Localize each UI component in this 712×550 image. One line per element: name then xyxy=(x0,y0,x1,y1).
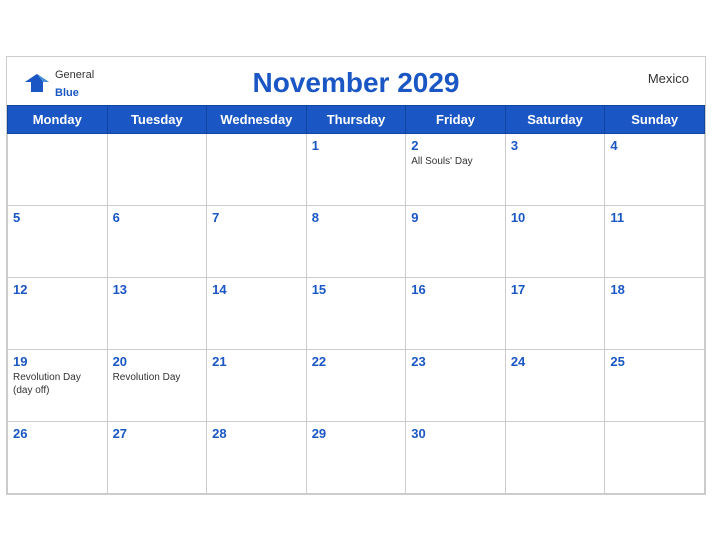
date-number: 20 xyxy=(113,354,202,369)
col-tuesday: Tuesday xyxy=(107,105,207,133)
date-number: 21 xyxy=(212,354,301,369)
date-number: 26 xyxy=(13,426,102,441)
calendar-cell: 29 xyxy=(306,421,406,493)
holiday-label: Revolution Day (day off) xyxy=(13,371,102,397)
calendar-table: Monday Tuesday Wednesday Thursday Friday… xyxy=(7,105,705,494)
date-number: 11 xyxy=(610,210,699,225)
calendar-cell xyxy=(8,133,108,205)
date-number: 24 xyxy=(511,354,600,369)
calendar-cell: 14 xyxy=(207,277,307,349)
calendar-cell: 17 xyxy=(505,277,605,349)
calendar-cell xyxy=(107,133,207,205)
col-saturday: Saturday xyxy=(505,105,605,133)
date-number: 19 xyxy=(13,354,102,369)
date-number: 18 xyxy=(610,282,699,297)
calendar-body: 12All Souls' Day345678910111213141516171… xyxy=(8,133,705,493)
calendar-cell: 3 xyxy=(505,133,605,205)
calendar-cell: 19 Revolution Day (day off) xyxy=(8,349,108,421)
calendar-cell: 1 xyxy=(306,133,406,205)
calendar-week-4: 19 Revolution Day (day off) 20 Revolution D… xyxy=(8,349,705,421)
col-monday: Monday xyxy=(8,105,108,133)
calendar-cell: 8 xyxy=(306,205,406,277)
calendar-cell: 18 xyxy=(605,277,705,349)
col-thursday: Thursday xyxy=(306,105,406,133)
date-number: 5 xyxy=(13,210,102,225)
calendar: General Blue November 2029 Mexico Monday… xyxy=(6,56,706,495)
date-number: 3 xyxy=(511,138,600,153)
date-number: 25 xyxy=(610,354,699,369)
logo-text: General Blue xyxy=(55,65,94,101)
calendar-header: General Blue November 2029 Mexico xyxy=(7,57,705,105)
calendar-cell: 27 xyxy=(107,421,207,493)
date-number: 15 xyxy=(312,282,401,297)
calendar-cell xyxy=(207,133,307,205)
calendar-cell: 6 xyxy=(107,205,207,277)
calendar-cell: 5 xyxy=(8,205,108,277)
date-number: 7 xyxy=(212,210,301,225)
col-friday: Friday xyxy=(406,105,506,133)
calendar-week-5: 26 27 28 29 30 xyxy=(8,421,705,493)
calendar-cell: 12 xyxy=(8,277,108,349)
country-label: Mexico xyxy=(648,71,689,86)
calendar-cell: 23 xyxy=(406,349,506,421)
date-number: 16 xyxy=(411,282,500,297)
calendar-week-1: 12 All Souls' Day 34 xyxy=(8,133,705,205)
date-number: 22 xyxy=(312,354,401,369)
date-number: 1 xyxy=(312,138,401,153)
calendar-week-3: 12 13 14 15 16 17 18 xyxy=(8,277,705,349)
calendar-cell: 26 xyxy=(8,421,108,493)
logo-icon xyxy=(23,72,51,94)
holiday-label: All Souls' Day xyxy=(411,155,500,168)
date-number: 23 xyxy=(411,354,500,369)
date-number: 9 xyxy=(411,210,500,225)
calendar-cell: 20 Revolution Day xyxy=(107,349,207,421)
logo-general: General xyxy=(55,69,94,81)
logo: General Blue xyxy=(23,65,94,101)
calendar-cell: 28 xyxy=(207,421,307,493)
calendar-cell: 7 xyxy=(207,205,307,277)
date-number: 14 xyxy=(212,282,301,297)
date-number: 13 xyxy=(113,282,202,297)
date-number: 4 xyxy=(610,138,699,153)
date-number: 28 xyxy=(212,426,301,441)
calendar-cell: 30 xyxy=(406,421,506,493)
calendar-cell xyxy=(605,421,705,493)
date-number: 10 xyxy=(511,210,600,225)
date-number: 12 xyxy=(13,282,102,297)
calendar-cell: 11 xyxy=(605,205,705,277)
date-number: 29 xyxy=(312,426,401,441)
date-number: 2 xyxy=(411,138,500,153)
calendar-title: November 2029 xyxy=(252,67,459,99)
col-sunday: Sunday xyxy=(605,105,705,133)
date-number: 6 xyxy=(113,210,202,225)
date-number: 30 xyxy=(411,426,500,441)
calendar-cell: 10 xyxy=(505,205,605,277)
calendar-cell: 2 All Souls' Day xyxy=(406,133,506,205)
calendar-cell: 9 xyxy=(406,205,506,277)
calendar-cell: 24 xyxy=(505,349,605,421)
calendar-cell: 4 xyxy=(605,133,705,205)
calendar-week-2: 56789 10 11 xyxy=(8,205,705,277)
date-number: 27 xyxy=(113,426,202,441)
calendar-cell: 25 xyxy=(605,349,705,421)
calendar-cell: 22 xyxy=(306,349,406,421)
weekday-header-row: Monday Tuesday Wednesday Thursday Friday… xyxy=(8,105,705,133)
col-wednesday: Wednesday xyxy=(207,105,307,133)
date-number: 8 xyxy=(312,210,401,225)
logo-blue: Blue xyxy=(55,87,79,99)
holiday-label: Revolution Day xyxy=(113,371,202,384)
calendar-cell xyxy=(505,421,605,493)
calendar-cell: 16 xyxy=(406,277,506,349)
calendar-cell: 21 xyxy=(207,349,307,421)
calendar-cell: 15 xyxy=(306,277,406,349)
date-number: 17 xyxy=(511,282,600,297)
calendar-cell: 13 xyxy=(107,277,207,349)
